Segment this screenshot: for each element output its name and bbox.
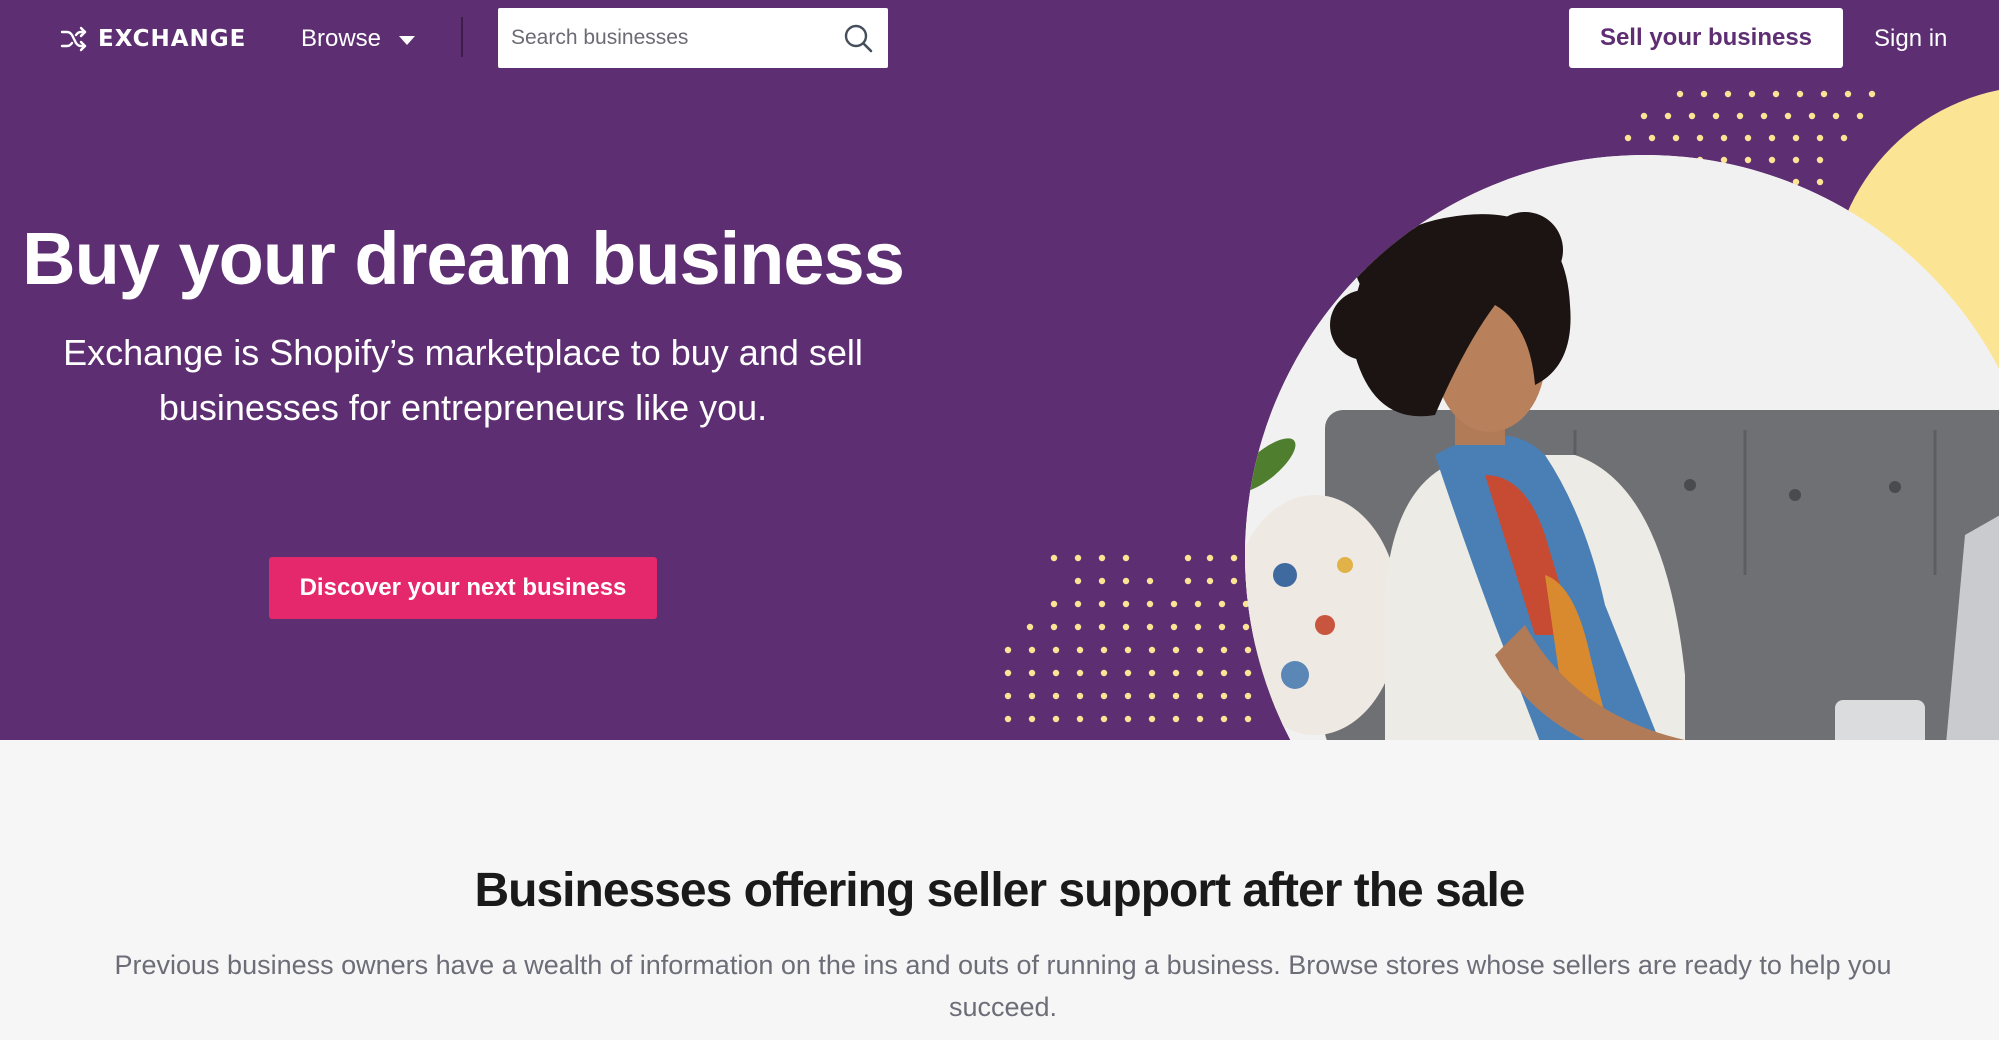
hero-subtitle: Exchange is Shopify’s marketplace to buy…: [63, 332, 863, 428]
nav-divider: [461, 17, 463, 57]
exchange-logo[interactable]: EXCHANGE: [60, 22, 246, 56]
logo-text: EXCHANGE: [98, 26, 247, 52]
discover-business-button[interactable]: Discover your next business: [269, 557, 657, 619]
hero-photo: [1245, 155, 1999, 740]
shuffle-icon: [60, 26, 87, 52]
sign-in-link[interactable]: Sign in: [1874, 22, 1947, 56]
hero-title: Buy your dream business: [22, 217, 905, 300]
search-input[interactable]: [498, 10, 818, 66]
browse-label: Browse: [301, 25, 382, 52]
section-title: Businesses offering seller support after…: [474, 864, 1525, 917]
search-box: [498, 8, 888, 68]
section-description: Previous business owners have a wealth o…: [114, 950, 1892, 1022]
caret-down-icon: [399, 35, 416, 45]
sell-your-business-button[interactable]: Sell your business: [1569, 8, 1843, 68]
top-nav: EXCHANGE Browse Sell your business Sign …: [0, 0, 1999, 76]
search-icon[interactable]: [842, 22, 874, 54]
browse-dropdown[interactable]: Browse: [301, 22, 416, 56]
hero-banner: EXCHANGE Browse Sell your business Sign …: [0, 0, 1999, 740]
